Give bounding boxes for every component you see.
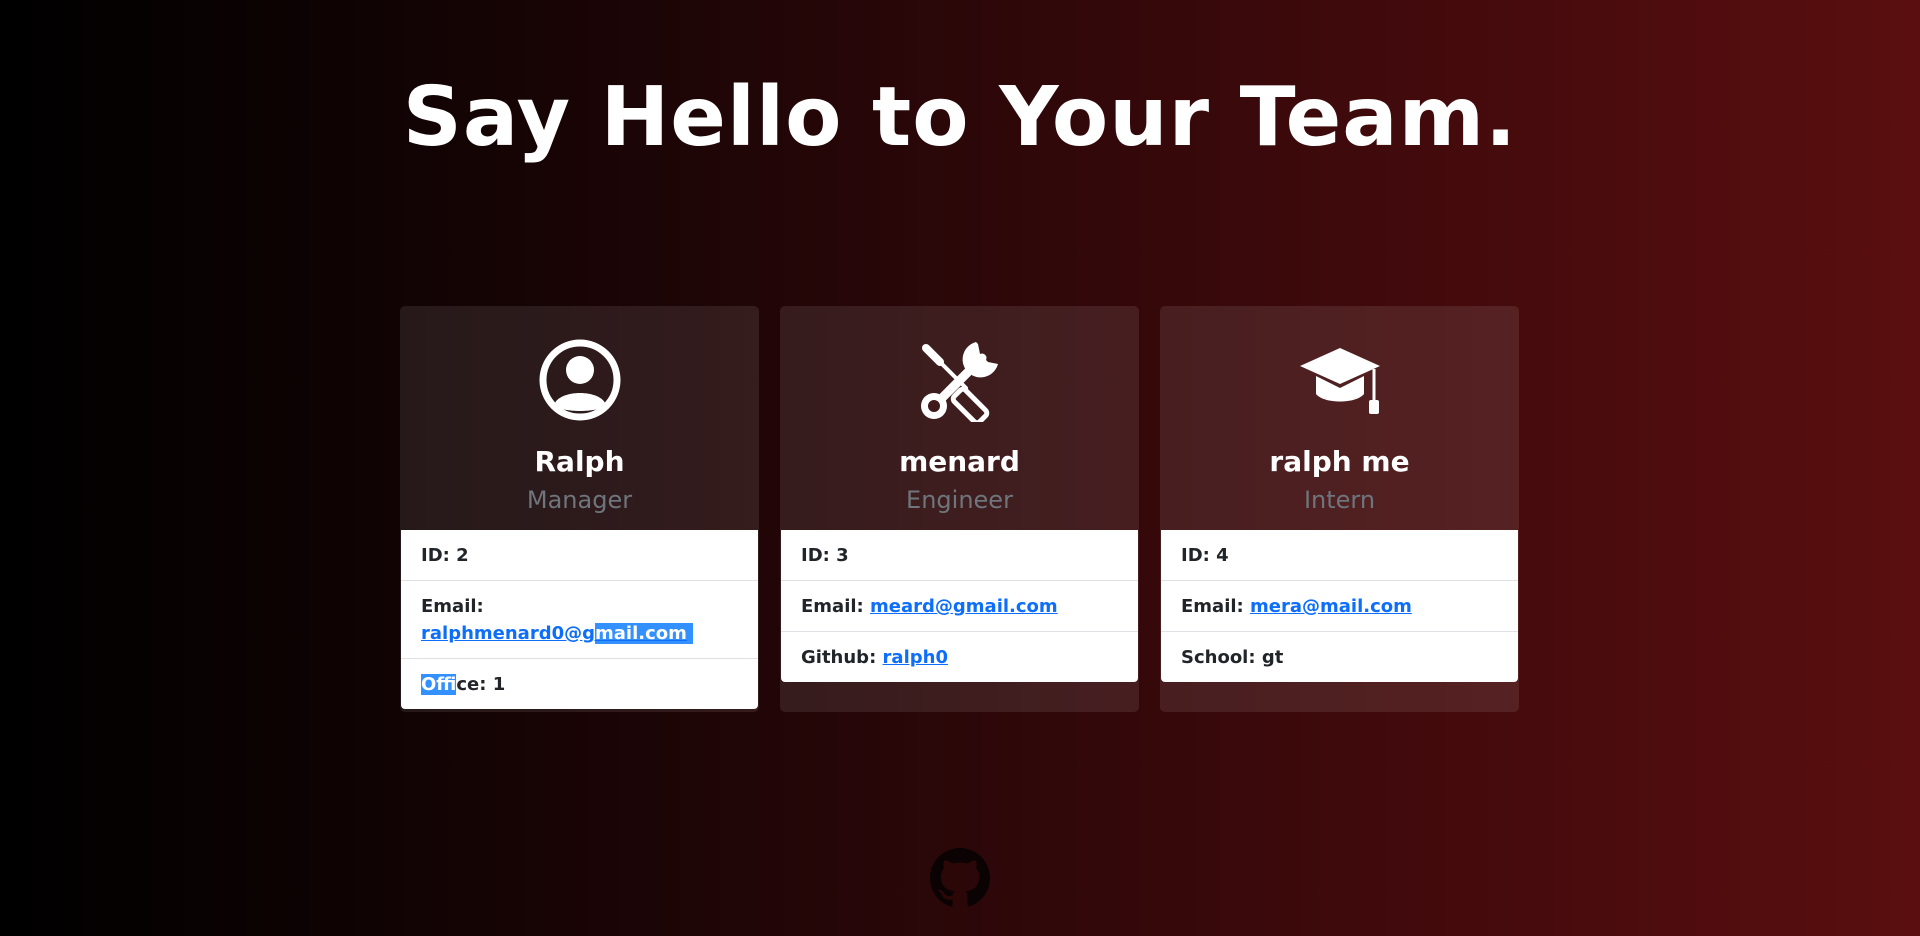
employee-github-row: Github: ralph0	[781, 632, 1138, 682]
employee-email-row: Email: ralphmenard0@gmail.com	[401, 581, 758, 659]
employee-role: Intern	[1303, 486, 1376, 514]
employee-card-engineer: menard Engineer ID: 3 Email: meard@gmail…	[780, 306, 1139, 712]
team-cards: Ralph Manager ID: 2 Email: ralphmenard0@…	[400, 306, 1520, 712]
email-label: Email:	[801, 596, 864, 617]
employee-card-intern: ralph me Intern ID: 4 Email: mera@mail.c…	[1160, 306, 1519, 712]
employee-school: School: gt	[1181, 647, 1284, 668]
email-link[interactable]: meard@gmail.com	[870, 596, 1058, 617]
employee-id: ID: 3	[781, 530, 1138, 581]
email-link[interactable]: ralphmenard0@gmail.com	[421, 623, 687, 644]
email-link-text-selected: mail.com	[595, 623, 687, 644]
employee-info-list: ID: 4 Email: mera@mail.com School: gt	[1161, 530, 1518, 682]
email-link-text-a: ralphmenard0@g	[421, 623, 595, 644]
employee-name: Ralph	[534, 445, 625, 478]
employee-info-list: ID: 2 Email: ralphmenard0@gmail.com Offi…	[401, 530, 758, 709]
employee-card-manager: Ralph Manager ID: 2 Email: ralphmenard0@…	[400, 306, 759, 712]
office-label-selected: Offi	[421, 674, 457, 695]
page-title: Say Hello to Your Team.	[402, 70, 1518, 165]
employee-name: menard	[899, 445, 1020, 478]
github-link[interactable]: ralph0	[883, 647, 948, 668]
email-link[interactable]: mera@mail.com	[1250, 596, 1412, 617]
email-label: Email:	[421, 596, 484, 617]
employee-email-row: Email: mera@mail.com	[1161, 581, 1518, 632]
card-header: ralph me Intern	[1160, 306, 1519, 530]
card-header: menard Engineer	[780, 306, 1139, 530]
employee-role: Manager	[526, 486, 633, 514]
employee-name: ralph me	[1269, 445, 1410, 478]
user-circle-icon	[400, 338, 759, 422]
graduation-cap-icon	[1160, 338, 1519, 422]
selection-gap	[686, 623, 694, 644]
github-label: Github:	[801, 647, 877, 668]
employee-id: ID: 4	[1161, 530, 1518, 581]
employee-info-list: ID: 3 Email: meard@gmail.com Github: ral…	[781, 530, 1138, 682]
employee-email-row: Email: meard@gmail.com	[781, 581, 1138, 632]
employee-role: Engineer	[906, 486, 1013, 514]
email-label: Email:	[1181, 596, 1244, 617]
github-icon[interactable]	[930, 848, 990, 908]
tools-icon	[780, 338, 1139, 422]
employee-id: ID: 2	[401, 530, 758, 581]
card-header: Ralph Manager	[400, 306, 759, 530]
office-label-rest: ce: 1	[456, 674, 506, 695]
employee-office: Office: 1	[401, 659, 758, 709]
